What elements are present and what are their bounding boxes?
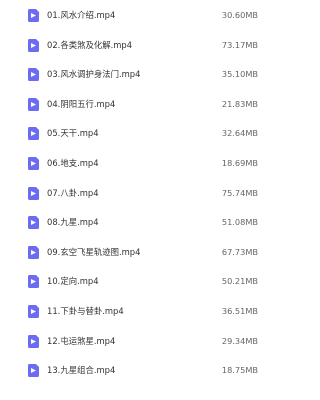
file-size: 51.08MB <box>221 217 258 228</box>
video-file-icon <box>28 68 39 82</box>
video-file-icon <box>28 216 39 230</box>
file-row[interactable]: 03.风水调护身法门.mp4 35.10MB <box>0 59 280 89</box>
file-row[interactable]: 02.各类煞及化解.mp4 73.17MB <box>0 30 280 60</box>
file-name[interactable]: 12.屯运煞星.mp4 <box>47 335 115 347</box>
file-name[interactable]: 02.各类煞及化解.mp4 <box>47 39 132 51</box>
file-size: 35.10MB <box>221 69 258 80</box>
file-size: 30.60MB <box>221 10 258 20</box>
file-row[interactable]: 11.下卦与替卦.mp4 36.51MB <box>0 296 280 326</box>
video-file-icon <box>28 127 39 141</box>
video-file-icon <box>28 97 39 111</box>
video-file-icon <box>28 364 39 378</box>
file-row[interactable]: 12.屯运煞星.mp4 29.34MB <box>0 326 280 356</box>
file-row[interactable]: 06.地支.mp4 18.69MB <box>0 148 280 178</box>
file-name[interactable]: 05.天干.mp4 <box>47 127 99 139</box>
file-name[interactable]: 01.风水介绍.mp4 <box>47 9 115 21</box>
file-row[interactable]: 05.天干.mp4 32.64MB <box>0 118 280 148</box>
file-row[interactable]: 04.阴阳五行.mp4 21.83MB <box>0 89 280 119</box>
video-file-icon <box>28 275 39 289</box>
file-row[interactable]: 13.九星组合.mp4 18.75MB <box>0 355 280 385</box>
file-list: 01.风水介绍.mp4 30.60MB 02.各类煞及化解.mp4 73.17M… <box>0 0 280 385</box>
video-file-icon <box>28 186 39 200</box>
file-row[interactable]: 09.玄空飞星轨迹图.mp4 67.73MB <box>0 237 280 267</box>
file-name[interactable]: 11.下卦与替卦.mp4 <box>47 305 124 317</box>
video-file-icon <box>28 334 39 348</box>
file-name[interactable]: 13.九星组合.mp4 <box>47 364 115 376</box>
file-name[interactable]: 09.玄空飞星轨迹图.mp4 <box>47 246 140 258</box>
video-file-icon <box>28 156 39 170</box>
file-row[interactable]: 08.九星.mp4 51.08MB <box>0 207 280 237</box>
file-row[interactable]: 01.风水介绍.mp4 30.60MB <box>0 0 280 30</box>
file-row[interactable]: 10.定向.mp4 50.21MB <box>0 266 280 296</box>
file-name[interactable]: 04.阴阳五行.mp4 <box>47 98 115 110</box>
file-size: 18.69MB <box>221 157 258 168</box>
file-row[interactable]: 07.八卦.mp4 75.74MB <box>0 178 280 208</box>
file-size: 75.74MB <box>221 187 258 198</box>
file-name[interactable]: 03.风水调护身法门.mp4 <box>47 68 140 80</box>
file-name[interactable]: 07.八卦.mp4 <box>47 187 99 199</box>
file-size: 21.83MB <box>221 98 258 109</box>
video-file-icon <box>28 38 39 52</box>
video-file-icon <box>28 304 39 318</box>
file-size: 18.75MB <box>221 365 258 376</box>
file-size: 32.64MB <box>221 128 258 139</box>
file-size: 73.17MB <box>221 39 258 50</box>
video-file-icon <box>28 245 39 259</box>
file-size: 36.51MB <box>221 305 258 316</box>
file-size: 50.21MB <box>221 276 258 287</box>
file-name[interactable]: 10.定向.mp4 <box>47 275 99 287</box>
file-name[interactable]: 06.地支.mp4 <box>47 157 99 169</box>
file-size: 29.34MB <box>221 335 258 346</box>
video-file-icon <box>28 9 39 22</box>
file-size: 67.73MB <box>221 246 258 257</box>
file-name[interactable]: 08.九星.mp4 <box>47 216 99 228</box>
